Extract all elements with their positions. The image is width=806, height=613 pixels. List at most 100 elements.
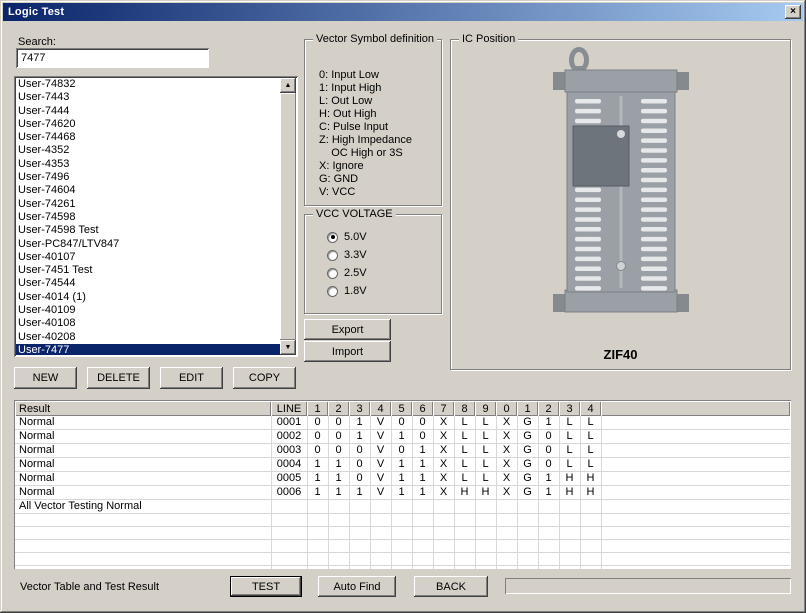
result-cell: All Vector Testing Normal <box>15 500 271 514</box>
pin-cell: G <box>517 444 538 458</box>
list-item[interactable]: User-40208 <box>16 331 280 344</box>
pin-cell <box>475 566 496 570</box>
pin-cell <box>496 553 517 566</box>
pin-cell <box>349 553 370 566</box>
list-item[interactable]: User-40107 <box>16 251 280 264</box>
pin-cell <box>538 566 559 570</box>
scroll-up-button[interactable]: ▲ <box>280 78 296 93</box>
list-item[interactable]: User-7496 <box>16 171 280 184</box>
line-cell <box>271 540 307 553</box>
pin-cell: 1 <box>307 472 328 486</box>
result-table-wrap: ResultLINE12345678901234Normal0001001V00… <box>14 400 791 569</box>
pin-cell <box>391 553 412 566</box>
list-item[interactable]: User-PC847/LTV847 <box>16 238 280 251</box>
radio-icon[interactable] <box>327 268 338 279</box>
delete-button[interactable]: DELETE <box>87 367 150 389</box>
pin-cell <box>580 514 601 527</box>
pin-cell: 0 <box>328 416 349 430</box>
list-item[interactable]: User-74604 <box>16 184 280 197</box>
export-button[interactable]: Export <box>304 319 391 340</box>
list-item[interactable]: User-7443 <box>16 91 280 104</box>
radio-icon[interactable] <box>327 286 338 297</box>
pin-cell: 1 <box>349 486 370 500</box>
radio-option[interactable]: 1.8V <box>327 282 441 300</box>
pin-cell <box>475 540 496 553</box>
pin-cell <box>559 566 580 570</box>
list-item[interactable]: User-74620 <box>16 118 280 131</box>
table-header-pin-5: 5 <box>391 401 412 416</box>
socket-hole <box>616 262 625 271</box>
pin-cell <box>433 500 454 514</box>
pin-cell: 0 <box>307 444 328 458</box>
radio-option[interactable]: 5.0V <box>327 228 441 246</box>
pin-cell <box>580 566 601 570</box>
vector-symbol-line: OC High or 3S <box>319 147 441 160</box>
pin-cell: L <box>559 416 580 430</box>
pin-cell: 1 <box>328 458 349 472</box>
pin-cell: 0 <box>412 416 433 430</box>
pin-cell <box>517 500 538 514</box>
pin-cell <box>328 500 349 514</box>
list-item[interactable]: User-74598 Test <box>16 224 280 237</box>
pin-cell <box>307 500 328 514</box>
close-button[interactable]: × <box>785 5 801 19</box>
list-item[interactable]: User-74468 <box>16 131 280 144</box>
table-header-pin-3: 3 <box>559 401 580 416</box>
search-input[interactable] <box>16 48 209 68</box>
radio-option[interactable]: 3.3V <box>327 246 441 264</box>
pin-cell: 0 <box>328 430 349 444</box>
back-button[interactable]: BACK <box>414 576 488 597</box>
list-item[interactable]: User-4353 <box>16 158 280 171</box>
vector-symbol-group: Vector Symbol definition 0: Input Low1: … <box>304 39 442 206</box>
radio-icon[interactable] <box>327 232 338 243</box>
import-button[interactable]: Import <box>304 341 391 362</box>
pin-cell: 1 <box>349 430 370 444</box>
edit-button[interactable]: EDIT <box>160 367 223 389</box>
result-cell: Normal <box>15 416 271 430</box>
auto-find-button[interactable]: Auto Find <box>318 576 396 597</box>
scroll-down-button[interactable]: ▼ <box>280 340 296 355</box>
list-item[interactable]: User-4352 <box>16 144 280 157</box>
pin-cell <box>475 553 496 566</box>
table-header-pin-9: 9 <box>475 401 496 416</box>
list-item[interactable]: User-7444 <box>16 105 280 118</box>
scrollbar-thumb[interactable] <box>280 93 296 340</box>
pin-cell: 1 <box>538 416 559 430</box>
pin-cell: V <box>370 472 391 486</box>
list-item[interactable]: User-40108 <box>16 317 280 330</box>
titlebar[interactable]: Logic Test × <box>3 3 803 21</box>
listbox-scrollbar[interactable]: ▲ ▼ <box>280 78 296 355</box>
pin-cell: L <box>475 472 496 486</box>
vector-symbol-line: Z: High Impedance <box>319 134 441 147</box>
pin-cell: H <box>559 486 580 500</box>
pin-cell: V <box>370 458 391 472</box>
pin-cell <box>307 553 328 566</box>
pin-cell <box>580 527 601 540</box>
pin-cell: X <box>496 430 517 444</box>
list-item[interactable]: User-74261 <box>16 198 280 211</box>
list-item[interactable]: User-74544 <box>16 277 280 290</box>
pin-cell: 1 <box>349 416 370 430</box>
pin-cell <box>307 527 328 540</box>
pin-cell <box>538 553 559 566</box>
pin-cell: 1 <box>412 486 433 500</box>
list-item[interactable]: User-74832 <box>16 78 280 91</box>
copy-button[interactable]: COPY <box>233 367 296 389</box>
new-button[interactable]: NEW <box>14 367 77 389</box>
list-item[interactable]: User-7451 Test <box>16 264 280 277</box>
vector-symbol-line: V: VCC <box>319 186 441 199</box>
pin-cell <box>517 553 538 566</box>
list-item[interactable]: User-7477 <box>16 344 280 355</box>
radio-option[interactable]: 2.5V <box>327 264 441 282</box>
list-item[interactable]: User-74598 <box>16 211 280 224</box>
pin-cell <box>412 527 433 540</box>
radio-icon[interactable] <box>327 250 338 261</box>
list-item[interactable]: User-40109 <box>16 304 280 317</box>
test-button[interactable]: TEST <box>230 576 302 597</box>
pin-cell: 1 <box>538 472 559 486</box>
list-item[interactable]: User-4014 (1) <box>16 291 280 304</box>
pin-cell <box>559 553 580 566</box>
pin-cell: 0 <box>328 444 349 458</box>
pin-cell: X <box>496 416 517 430</box>
scroll-down-icon: ▼ <box>285 344 292 351</box>
